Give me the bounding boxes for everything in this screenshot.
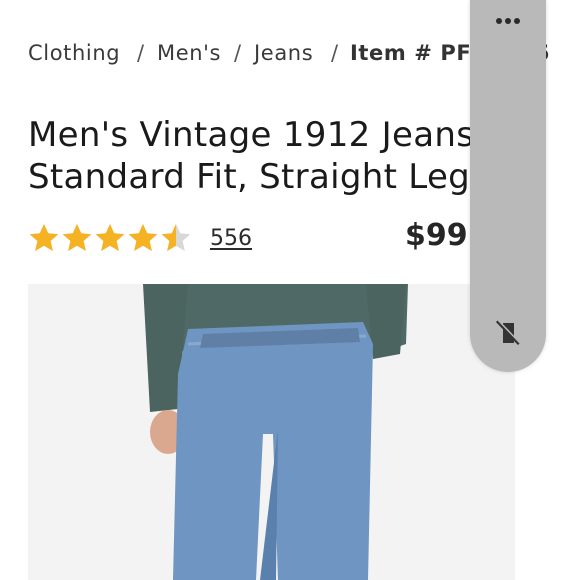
breadcrumb-jeans[interactable]: Jeans xyxy=(254,41,313,65)
mute-icon[interactable] xyxy=(492,316,524,348)
review-count-link[interactable]: 556 xyxy=(210,226,252,251)
breadcrumb-separator: / xyxy=(331,41,339,65)
floating-controls-panel xyxy=(470,0,546,372)
item-number: Item # PF5 xyxy=(350,41,487,65)
product-photo[interactable] xyxy=(28,284,515,580)
breadcrumb-clothing[interactable]: Clothing xyxy=(28,41,120,65)
star-rating[interactable] xyxy=(28,222,193,254)
star-icon xyxy=(29,224,59,251)
more-icon[interactable] xyxy=(493,14,523,28)
breadcrumb-mens[interactable]: Men's xyxy=(157,41,221,65)
star-icon xyxy=(62,224,92,251)
breadcrumb-separator: / xyxy=(137,41,145,65)
star-icon xyxy=(161,224,191,251)
jeans-model-illustration xyxy=(28,284,515,580)
star-icon xyxy=(95,224,125,251)
breadcrumb-separator: / xyxy=(234,41,242,65)
star-icon xyxy=(128,224,158,251)
price: $99. xyxy=(405,218,480,253)
